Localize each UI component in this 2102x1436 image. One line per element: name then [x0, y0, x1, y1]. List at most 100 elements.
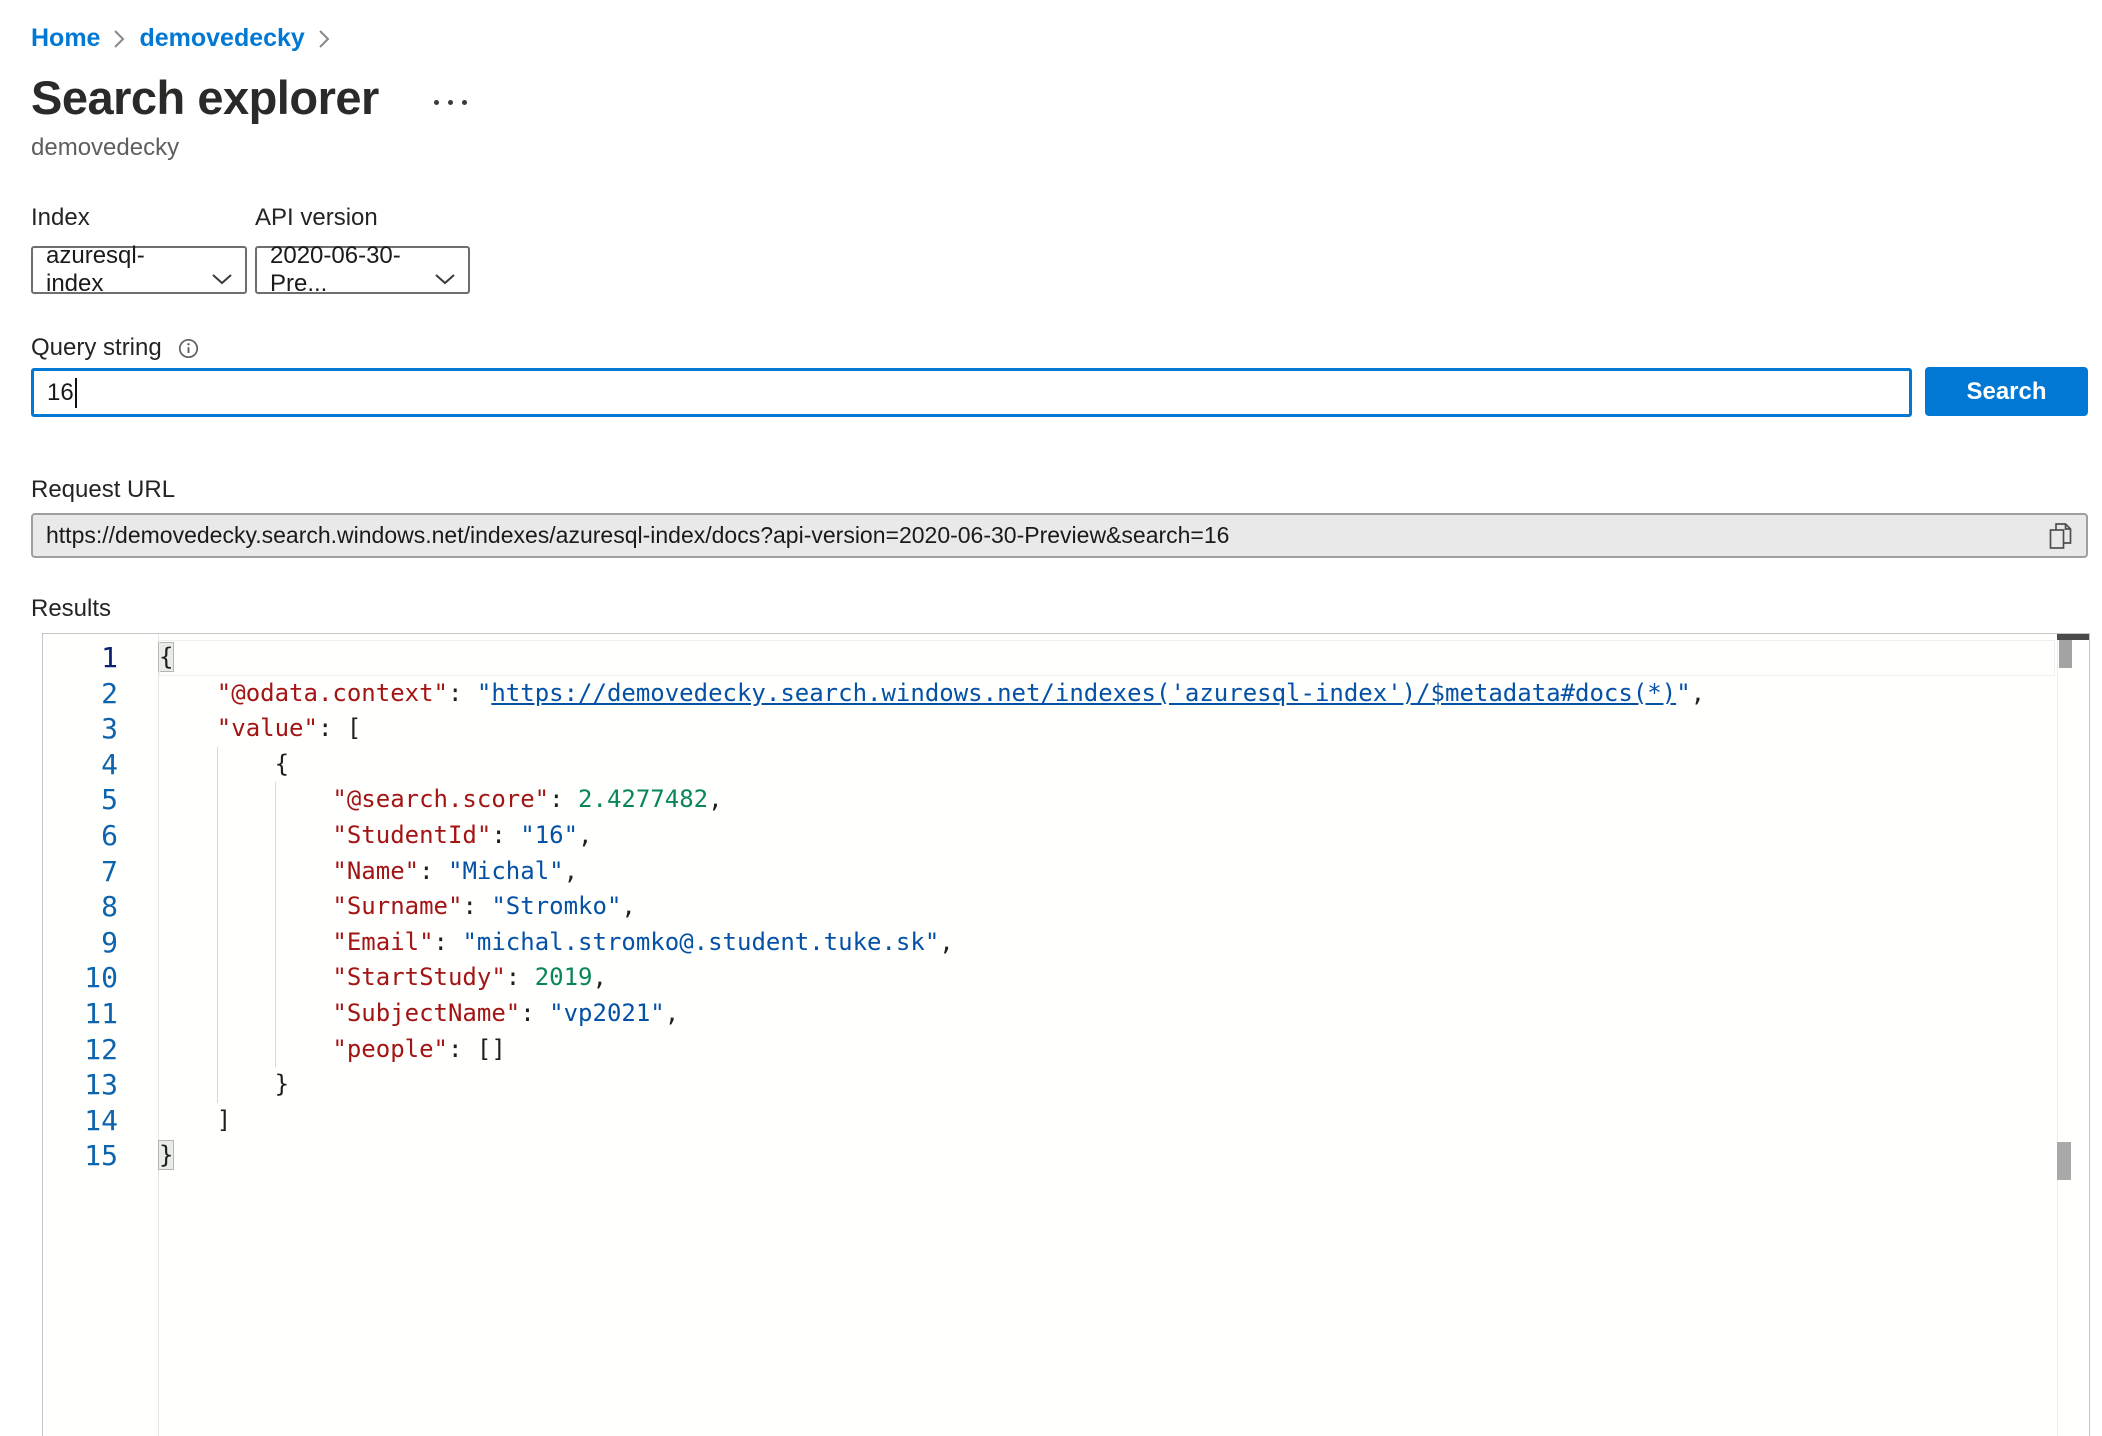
code-line[interactable]: "@search.score": 2.4277482, — [159, 782, 2055, 818]
results-json-editor[interactable]: 123456789101112131415 { "@odata.context"… — [42, 633, 2090, 1436]
code-token — [159, 892, 332, 920]
info-icon[interactable] — [178, 338, 199, 359]
line-number[interactable]: 14 — [43, 1103, 158, 1139]
code-token: , — [1691, 679, 1705, 707]
line-number[interactable]: 1 — [43, 640, 158, 676]
bracket-match-marker — [2057, 1142, 2071, 1180]
request-url-field[interactable]: https://demovedecky.search.windows.net/i… — [31, 513, 2088, 558]
line-number[interactable]: 6 — [43, 818, 158, 854]
query-string-label-row: Query string — [31, 334, 199, 362]
breadcrumb: Home demovedecky — [31, 24, 331, 53]
breadcrumb-link-demovedecky[interactable]: demovedecky — [139, 24, 304, 53]
copy-icon — [2049, 522, 2072, 550]
code-token — [159, 999, 332, 1027]
code-line[interactable]: "StartStudy": 2019, — [159, 960, 2055, 996]
code-token: : — [419, 857, 448, 885]
code-token — [159, 785, 332, 813]
code-token: { — [159, 643, 173, 671]
line-number[interactable]: 4 — [43, 747, 158, 783]
more-menu-button[interactable] — [430, 96, 471, 109]
code-line[interactable]: "Email": "michal.stromko@.student.tuke.s… — [159, 925, 2055, 961]
code-token: "value" — [217, 714, 318, 742]
code-token — [159, 679, 217, 707]
code-token: : — [491, 821, 520, 849]
results-label: Results — [31, 595, 111, 623]
line-number[interactable]: 8 — [43, 889, 158, 925]
code-line[interactable]: "Name": "Michal", — [159, 854, 2055, 890]
text-cursor — [75, 378, 77, 408]
code-token: } — [159, 1141, 173, 1169]
line-number[interactable]: 10 — [43, 960, 158, 996]
index-label: Index — [31, 204, 90, 232]
code-line[interactable]: "Surname": "Stromko", — [159, 889, 2055, 925]
code-token: "@search.score" — [332, 785, 549, 813]
code-line[interactable]: ] — [159, 1103, 2055, 1139]
line-number[interactable]: 12 — [43, 1032, 158, 1068]
code-token: , — [564, 857, 578, 885]
code-token — [159, 928, 332, 956]
code-line[interactable]: { — [159, 747, 2055, 783]
line-number[interactable]: 13 — [43, 1067, 158, 1103]
code-line[interactable]: "@odata.context": "https://demovedecky.s… — [159, 676, 2055, 712]
indent-guide — [217, 747, 218, 1103]
code-token: , — [592, 963, 606, 991]
code-token: , — [939, 928, 953, 956]
query-input-value: 16 — [47, 379, 74, 407]
api-version-dropdown[interactable]: 2020-06-30-Pre... — [255, 246, 470, 294]
code-token: "people" — [332, 1035, 448, 1063]
code-token: : — [448, 679, 477, 707]
code-line[interactable]: "people": [] — [159, 1032, 2055, 1068]
line-number[interactable]: 9 — [43, 925, 158, 961]
code-token — [159, 714, 217, 742]
code-token — [159, 963, 332, 991]
api-version-label: API version — [255, 204, 378, 232]
vertical-scrollbar-thumb[interactable] — [2059, 640, 2072, 668]
code-line[interactable]: "SubjectName": "vp2021", — [159, 996, 2055, 1032]
chevron-right-icon — [113, 29, 126, 49]
code-token: { — [159, 750, 289, 778]
request-url-label: Request URL — [31, 476, 175, 504]
chevron-right-icon — [318, 29, 331, 49]
line-number[interactable]: 5 — [43, 782, 158, 818]
code-token: } — [159, 1070, 289, 1098]
api-version-dropdown-value: 2020-06-30-Pre... — [270, 242, 424, 298]
page-subtitle: demovedecky — [31, 134, 179, 162]
breadcrumb-link-home[interactable]: Home — [31, 24, 100, 53]
code-line[interactable]: "value": [ — [159, 711, 2055, 747]
code-token: "Name" — [332, 857, 419, 885]
odata-context-link[interactable]: https://demovedecky.search.windows.net/i… — [491, 679, 1676, 707]
code-token: , — [665, 999, 679, 1027]
code-token: "@odata.context" — [217, 679, 448, 707]
index-dropdown-value: azuresql-index — [46, 242, 201, 298]
page-title: Search explorer — [31, 70, 379, 125]
code-line[interactable]: "StudentId": "16", — [159, 818, 2055, 854]
code-token: "StartStudy" — [332, 963, 505, 991]
code-token: 2019 — [535, 963, 593, 991]
ellipsis-icon — [462, 100, 467, 105]
code-line[interactable]: { — [159, 640, 2055, 676]
code-token: "SubjectName" — [332, 999, 520, 1027]
ellipsis-icon — [448, 100, 453, 105]
line-number[interactable]: 11 — [43, 996, 158, 1032]
search-button[interactable]: Search — [1925, 367, 2088, 416]
request-url-value: https://demovedecky.search.windows.net/i… — [46, 522, 1229, 549]
code-token — [159, 1035, 332, 1063]
query-input-wrapper: 16 — [31, 368, 1912, 417]
line-number[interactable]: 15 — [43, 1138, 158, 1174]
chevron-down-icon — [211, 265, 233, 293]
index-dropdown[interactable]: azuresql-index — [31, 246, 247, 294]
line-number[interactable]: 7 — [43, 854, 158, 890]
line-number[interactable]: 3 — [43, 711, 158, 747]
code-area[interactable]: { "@odata.context": "https://demovedecky… — [159, 640, 2055, 1174]
code-token: "Stromko" — [491, 892, 621, 920]
code-line[interactable]: } — [159, 1067, 2055, 1103]
copy-button[interactable] — [2049, 522, 2072, 550]
code-line[interactable]: } — [159, 1138, 2055, 1174]
code-token: , — [621, 892, 635, 920]
code-token: : — [549, 785, 578, 813]
indent-guide — [275, 782, 276, 1067]
line-number[interactable]: 2 — [43, 676, 158, 712]
ellipsis-icon — [434, 100, 439, 105]
query-input[interactable]: 16 — [31, 368, 1912, 417]
code-token — [159, 821, 332, 849]
